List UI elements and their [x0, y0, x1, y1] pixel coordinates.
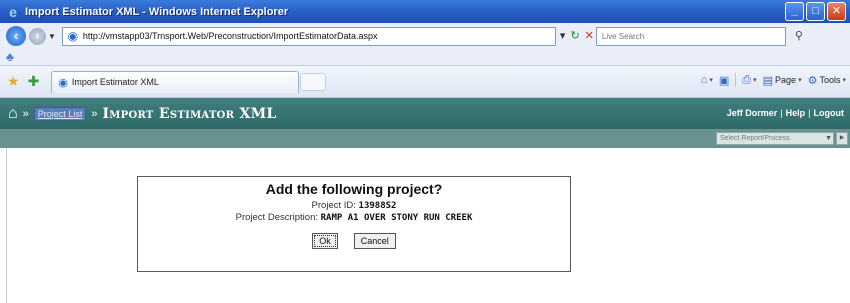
- page-title: Import Estimator XML: [102, 105, 277, 122]
- confirm-dialog: Add the following project? Project ID: 1…: [137, 176, 571, 272]
- search-input[interactable]: [596, 31, 785, 41]
- dialog-heading: Add the following project?: [265, 181, 443, 197]
- app-header: ⌂ » Project List » Import Estimator XML …: [0, 98, 850, 129]
- address-bar[interactable]: ◉ http://vmstapp03/Trnsport.Web/Preconst…: [61, 26, 556, 46]
- stop-icon[interactable]: ✕: [585, 29, 594, 43]
- project-id-value: 13988S2: [358, 201, 397, 211]
- page-content: Add the following project? Project ID: 1…: [0, 148, 850, 303]
- tab-import-estimator[interactable]: ◉ Import Estimator XML: [51, 70, 300, 93]
- breadcrumb-separator: »: [91, 107, 98, 120]
- links-bar: ♣: [0, 49, 850, 66]
- close-button[interactable]: ✕: [827, 2, 846, 21]
- project-id-line: Project ID: 13988S2: [138, 200, 570, 211]
- home-icon: ⌂: [700, 74, 708, 86]
- help-link[interactable]: Help: [786, 108, 806, 118]
- ok-button[interactable]: Ok: [312, 233, 338, 249]
- forward-button[interactable]: ›: [29, 27, 46, 45]
- window-controls: _ □ ✕: [785, 2, 846, 21]
- history-dropdown-icon[interactable]: ▼: [48, 32, 56, 41]
- page-menu-icon: ▤: [762, 74, 774, 87]
- report-go-button[interactable]: ▶: [836, 132, 848, 145]
- feeds-icon: ▣: [718, 74, 730, 87]
- breadcrumb-separator: »: [22, 107, 29, 120]
- maximize-button[interactable]: □: [806, 2, 825, 21]
- dialog-buttons: Ok Cancel: [138, 233, 570, 249]
- window-title: Import Estimator XML - Windows Internet …: [25, 5, 289, 18]
- address-dropdown-icon[interactable]: ▾: [560, 29, 566, 43]
- project-description-value: RAMP A1 OVER STONY RUN CREEK: [320, 213, 473, 223]
- project-description-line: Project Description: RAMP A1 OVER STONY …: [138, 212, 570, 223]
- page-menu[interactable]: ▤ Page ▾: [763, 74, 802, 87]
- new-tab-button[interactable]: [300, 72, 327, 91]
- address-toolbar: ‹ › ▼ ◉ http://vmstapp03/Trnsport.Web/Pr…: [0, 23, 850, 49]
- home-command[interactable]: ⌂ ▾: [701, 74, 713, 86]
- tab-row: ★ ✚ ◉ Import Estimator XML ⌂ ▾ ▣ ⎙ ▾ ▤ Page…: [0, 66, 850, 98]
- user-name-link[interactable]: Jeff Dormer: [727, 108, 778, 118]
- command-bar: ⌂ ▾ ▣ ⎙ ▾ ▤ Page ▾ ⚙ Tools ▾: [701, 73, 846, 87]
- ie-logo-icon: e: [9, 3, 17, 20]
- user-links: Jeff Dormer | Help | Logout: [726, 108, 845, 118]
- page-icon: ◉: [67, 29, 79, 43]
- tools-gear-icon: ⚙: [807, 74, 818, 87]
- minimize-button[interactable]: _: [785, 2, 804, 21]
- search-icon[interactable]: ⚲: [790, 27, 808, 46]
- report-process-select[interactable]: Select Report/Process ▼: [716, 132, 834, 145]
- tools-menu[interactable]: ⚙ Tools ▾: [808, 74, 846, 87]
- print-command[interactable]: ⎙ ▾: [742, 74, 756, 87]
- tab-label: Import Estimator XML: [71, 77, 159, 87]
- favorites-star-icon[interactable]: ★: [7, 73, 20, 90]
- logout-link[interactable]: Logout: [814, 108, 845, 118]
- refresh-icon[interactable]: ↻: [570, 29, 579, 43]
- app-subbar: Select Report/Process ▼ ▶: [0, 129, 850, 148]
- cancel-button[interactable]: Cancel: [353, 233, 396, 249]
- tab-page-icon: ◉: [58, 76, 68, 89]
- project-description-label: Project Description:: [235, 212, 318, 223]
- project-id-label: Project ID:: [311, 200, 356, 211]
- back-button[interactable]: ‹: [6, 26, 26, 46]
- window-titlebar: e Import Estimator XML - Windows Interne…: [0, 0, 850, 23]
- feeds-command[interactable]: ▣: [719, 74, 729, 87]
- address-tools: ▾ ↻ ✕: [560, 29, 594, 43]
- address-url[interactable]: http://vmstapp03/Trnsport.Web/Preconstru…: [83, 31, 378, 41]
- messenger-icon[interactable]: ♣: [6, 50, 14, 64]
- app-home-icon[interactable]: ⌂: [8, 105, 18, 123]
- chevron-down-icon: ▼: [825, 135, 832, 142]
- search-box[interactable]: [595, 26, 786, 46]
- breadcrumb-project-list[interactable]: Project List: [33, 106, 87, 121]
- print-icon: ⎙: [742, 73, 752, 86]
- add-favorites-icon[interactable]: ✚: [28, 73, 40, 90]
